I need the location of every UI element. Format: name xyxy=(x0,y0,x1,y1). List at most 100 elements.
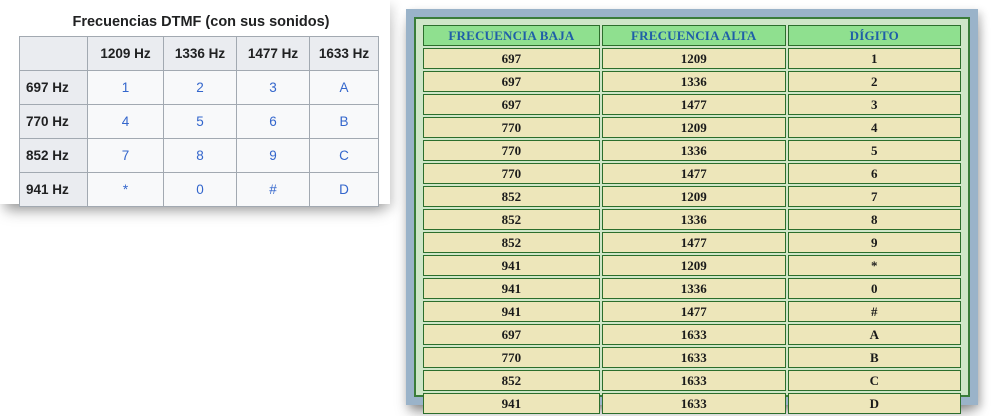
header-frecuencia-alta: FRECUENCIA ALTA xyxy=(601,25,786,46)
low-frequency-cell: 770 xyxy=(423,140,600,161)
low-frequency-cell: 770 xyxy=(423,163,600,184)
high-frequency-cell: 1209 xyxy=(601,255,786,276)
frequency-row: 770 1477 6 xyxy=(423,163,961,184)
low-frequency-cell: 770 xyxy=(423,117,600,138)
keypad-header-row: 1209 Hz 1336 Hz 1477 Hz 1633 Hz xyxy=(19,36,379,71)
high-frequency-cell: 1336 xyxy=(601,278,786,299)
low-frequency-cell: 697 xyxy=(423,324,600,345)
keypad-table-title: Frecuencias DTMF (con sus sonidos) xyxy=(72,14,330,30)
keypad-row: 770 Hz 4 5 6 B xyxy=(19,104,379,139)
digit-cell: # xyxy=(787,301,961,322)
keypad-digit-link[interactable]: 1 xyxy=(87,70,164,105)
frequency-row: 852 1336 8 xyxy=(423,209,961,230)
keypad-digit-link[interactable]: 3 xyxy=(236,70,310,105)
high-frequency-cell: 1633 xyxy=(601,393,786,414)
frequency-row: 941 1633 D xyxy=(423,393,961,414)
high-frequency-cell: 1477 xyxy=(601,301,786,322)
header-digito: DÍGITO xyxy=(787,25,961,46)
keypad-row-header: 770 Hz xyxy=(19,104,88,139)
high-frequency-cell: 1477 xyxy=(601,163,786,184)
frequency-row: 941 1336 0 xyxy=(423,278,961,299)
digit-cell: A xyxy=(787,324,961,345)
keypad-digit-link[interactable]: B xyxy=(309,104,379,139)
digit-cell: 2 xyxy=(787,71,961,92)
digit-cell: 7 xyxy=(787,186,961,207)
low-frequency-cell: 697 xyxy=(423,94,600,115)
digit-cell: C xyxy=(787,370,961,391)
keypad-digit-link[interactable]: # xyxy=(236,172,310,207)
keypad-digit-link[interactable]: 9 xyxy=(236,138,310,173)
keypad-digit-link[interactable]: 7 xyxy=(87,138,164,173)
keypad-digit-link[interactable]: * xyxy=(87,172,164,207)
dtmf-keypad-card: Frecuencias DTMF (con sus sonidos) 1209 … xyxy=(0,0,390,207)
frequency-table-body: 697 1209 1 697 1336 2 697 1477 3 770 1209 4 770 1336 5… xyxy=(423,48,961,414)
low-frequency-cell: 852 xyxy=(423,232,600,253)
low-frequency-cell: 941 xyxy=(423,278,600,299)
keypad-digit-link[interactable]: 6 xyxy=(236,104,310,139)
keypad-row: 941 Hz * 0 # D xyxy=(19,172,379,207)
digit-cell: 0 xyxy=(787,278,961,299)
keypad-row: 697 Hz 1 2 3 A xyxy=(19,70,379,105)
frequency-table-frame: FRECUENCIA BAJA FRECUENCIA ALTA DÍGITO 6… xyxy=(406,9,978,414)
high-frequency-cell: 1633 xyxy=(601,324,786,345)
digit-cell: B xyxy=(787,347,961,368)
header-frecuencia-baja: FRECUENCIA BAJA xyxy=(423,25,600,46)
high-frequency-cell: 1209 xyxy=(601,186,786,207)
frequency-row: 770 1633 B xyxy=(423,347,961,368)
frequency-row: 697 1633 A xyxy=(423,324,961,345)
keypad-digit-link[interactable]: 4 xyxy=(87,104,164,139)
digit-cell: 4 xyxy=(787,117,961,138)
digit-cell: 3 xyxy=(787,94,961,115)
digit-cell: 5 xyxy=(787,140,961,161)
frequency-row: 852 1633 C xyxy=(423,370,961,391)
digit-cell: 1 xyxy=(787,48,961,69)
high-frequency-cell: 1336 xyxy=(601,71,786,92)
digit-cell: 8 xyxy=(787,209,961,230)
frequency-row: 941 1209 * xyxy=(423,255,961,276)
high-frequency-cell: 1336 xyxy=(601,209,786,230)
keypad-digit-link[interactable]: A xyxy=(309,70,379,105)
keypad-digit-link[interactable]: D xyxy=(309,172,379,207)
digit-cell: * xyxy=(787,255,961,276)
keypad-col-header: 1209 Hz xyxy=(87,36,164,71)
low-frequency-cell: 852 xyxy=(423,370,600,391)
digit-cell: D xyxy=(787,393,961,414)
low-frequency-cell: 852 xyxy=(423,186,600,207)
digit-cell: 9 xyxy=(787,232,961,253)
keypad-digit-link[interactable]: 5 xyxy=(163,104,237,139)
high-frequency-cell: 1477 xyxy=(601,232,786,253)
keypad-row: 852 Hz 7 8 9 C xyxy=(19,138,379,173)
keypad-col-header: 1477 Hz xyxy=(236,36,310,71)
high-frequency-cell: 1209 xyxy=(601,48,786,69)
low-frequency-cell: 697 xyxy=(423,71,600,92)
frequency-row: 941 1477 # xyxy=(423,301,961,322)
high-frequency-cell: 1633 xyxy=(601,347,786,368)
high-frequency-cell: 1633 xyxy=(601,370,786,391)
frequency-row: 852 1477 9 xyxy=(423,232,961,253)
keypad-digit-link[interactable]: 0 xyxy=(163,172,237,207)
low-frequency-cell: 941 xyxy=(423,301,600,322)
low-frequency-cell: 852 xyxy=(423,209,600,230)
low-frequency-cell: 697 xyxy=(423,48,600,69)
digit-cell: 6 xyxy=(787,163,961,184)
high-frequency-cell: 1336 xyxy=(601,140,786,161)
low-frequency-cell: 770 xyxy=(423,347,600,368)
frequency-row: 697 1336 2 xyxy=(423,71,961,92)
high-frequency-cell: 1477 xyxy=(601,94,786,115)
keypad-row-header: 697 Hz xyxy=(19,70,88,105)
frequency-table-border: FRECUENCIA BAJA FRECUENCIA ALTA DÍGITO 6… xyxy=(414,17,970,414)
low-frequency-cell: 941 xyxy=(423,393,600,414)
frequency-table: FRECUENCIA BAJA FRECUENCIA ALTA DÍGITO 6… xyxy=(421,23,963,416)
keypad-row-header: 852 Hz xyxy=(19,138,88,173)
frequency-row: 852 1209 7 xyxy=(423,186,961,207)
frequency-row: 697 1209 1 xyxy=(423,48,961,69)
high-frequency-cell: 1209 xyxy=(601,117,786,138)
keypad-digit-link[interactable]: 2 xyxy=(163,70,237,105)
keypad-digit-link[interactable]: 8 xyxy=(163,138,237,173)
low-frequency-cell: 941 xyxy=(423,255,600,276)
keypad-row-header: 941 Hz xyxy=(19,172,88,207)
frequency-row: 697 1477 3 xyxy=(423,94,961,115)
keypad-digit-link[interactable]: C xyxy=(309,138,379,173)
keypad-col-header: 1633 Hz xyxy=(309,36,379,71)
frequency-header-row: FRECUENCIA BAJA FRECUENCIA ALTA DÍGITO xyxy=(423,25,961,46)
